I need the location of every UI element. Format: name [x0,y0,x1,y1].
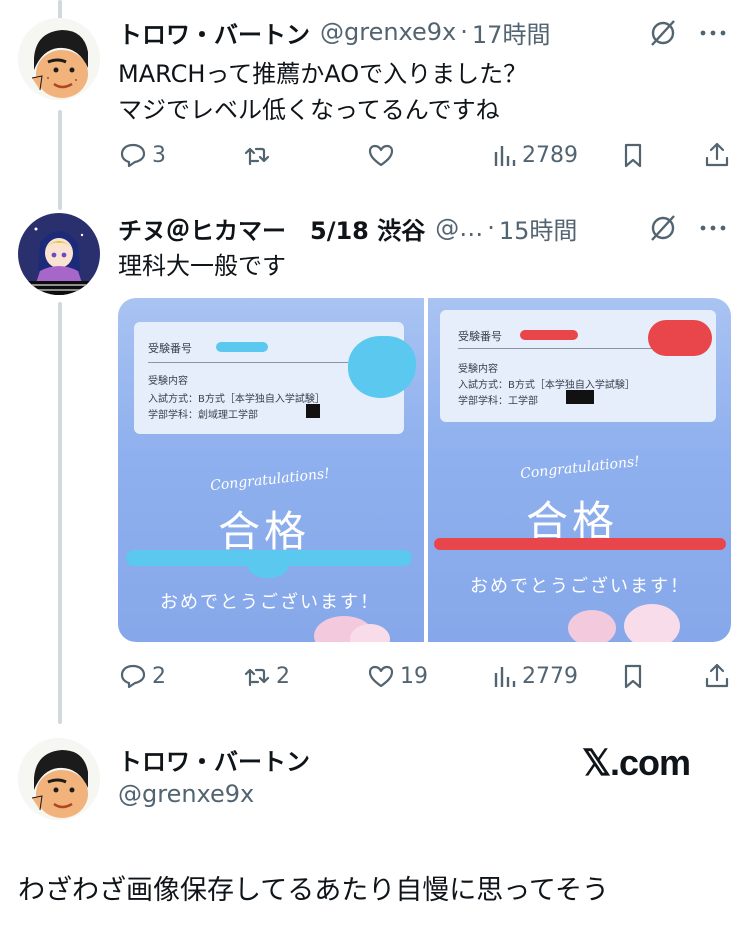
action-bar: 2 2 19 2779 [118,656,730,696]
exam-info-card: 受験番号 受験内容 入試方式：B方式［本学独自入学試験］ 学部学科：工学部 [440,310,716,422]
more-icon[interactable] [698,13,728,53]
congrats-text: Congratulations! [519,453,641,483]
tweet-text: 理科大一般です [118,252,286,280]
username[interactable]: @grenxe9x [320,18,456,46]
share-button[interactable] [702,135,732,175]
result-screenshot-left[interactable]: 受験番号 受験内容 入試方式：B方式［本学独自入学試験］ 学部学科：創域理工学部… [118,298,424,642]
redaction-mark [216,342,268,352]
view-count: 2779 [522,663,578,689]
share-icon [705,142,729,167]
reply-icon [120,664,146,689]
more-icon[interactable] [698,208,728,248]
display-name[interactable]: チヌ＠ヒカマー 5/18 渋谷 [118,211,425,246]
redaction-mark [248,556,288,578]
separator-dot: · [487,214,495,242]
views-button[interactable]: 2779 [492,656,578,696]
share-button[interactable] [702,656,732,696]
reply-count: 3 [152,142,166,168]
views-button[interactable]: 2789 [492,135,578,175]
like-button[interactable]: 19 [366,656,428,696]
exam-method: 入試方式：B方式［本学独自入学試験］ [148,394,325,405]
reply-button[interactable]: 3 [118,135,166,175]
exam-number-label: 受験番号 [148,342,192,355]
caption-text: わざわざ画像保存してるあたり自慢に思ってそう [18,875,610,906]
divider [148,362,348,363]
views-icon [494,146,516,166]
like-icon [368,665,394,688]
redaction-mark [648,320,712,356]
tweet-media[interactable]: 受験番号 受験内容 入試方式：B方式［本学独自入学試験］ 学部学科：創域理工学部… [118,298,731,642]
tweet-text: MARCHって推薦かAOで入りました？ マジでレベル低くなってるんですね [118,60,528,124]
bookmark-icon [624,143,642,168]
timestamp[interactable]: 17時間 [472,15,551,50]
congrats-text: Congratulations! [209,465,331,495]
retweet-icon [244,668,270,687]
redaction-mark [306,404,320,418]
like-count: 19 [400,663,428,689]
retweet-button[interactable]: 2 [242,656,290,696]
separator-dot: · [460,18,468,46]
congrats-message: おめでとうございます！ [160,592,380,613]
exam-contents-label: 受験内容 [148,376,188,387]
avatar[interactable] [18,18,100,100]
display-name[interactable]: トロワ・バートン [118,15,310,50]
retweet-button[interactable] [242,135,276,175]
profile-handle[interactable]: @grenxe9x [118,780,254,808]
flower-decoration [624,604,680,642]
exam-faculty: 学部学科：創域理工学部 [148,410,258,421]
redaction-mark [434,538,726,550]
grok-icon[interactable] [648,13,678,53]
bookmark-button[interactable] [618,135,648,175]
bookmark-icon [624,664,642,689]
grok-icon[interactable] [648,208,678,248]
redaction-mark [520,330,578,340]
reply-button[interactable]: 2 [118,656,166,696]
flower-decoration [350,624,390,642]
avatar[interactable] [18,738,100,820]
tweet-header: チヌ＠ヒカマー 5/18 渋谷 @… · 15時間 [118,208,577,248]
flower-decoration [568,610,616,642]
result-screenshot-right[interactable]: 受験番号 受験内容 入試方式：B方式［本学独自入学試験］ 学部学科：工学部 Co… [428,298,731,642]
reply-count: 2 [152,663,166,689]
redaction-mark [566,390,594,404]
redaction-mark [348,336,416,398]
views-icon [494,667,516,687]
view-count: 2789 [522,142,578,168]
profile-name[interactable]: トロワ・バートン [118,742,310,777]
exam-number-label: 受験番号 [458,330,502,343]
congrats-message: おめでとうございます！ [470,576,690,597]
exam-faculty: 学部学科：工学部 [458,396,538,407]
like-icon [368,144,394,167]
bookmark-button[interactable] [618,656,648,696]
retweet-count: 2 [276,663,290,689]
avatar[interactable] [18,213,100,295]
tweet-header: トロワ・バートン @grenxe9x · 17時間 [118,12,550,52]
retweet-icon [244,147,270,166]
exam-contents-label: 受験内容 [458,364,498,375]
tweet[interactable]: トロワ・バートン @grenxe9x · 17時間 MARCHって推薦かAOで入… [0,0,750,190]
timestamp[interactable]: 15時間 [499,211,578,246]
action-bar: 3 2789 [118,135,730,175]
x-logo-watermark: 𝕏.com [582,742,691,783]
reply-icon [120,143,146,168]
like-button[interactable] [366,135,400,175]
username[interactable]: @… [435,214,483,242]
exam-info-card: 受験番号 受験内容 入試方式：B方式［本学独自入学試験］ 学部学科：創域理工学部 [134,322,416,434]
share-icon [705,663,729,688]
exam-method: 入試方式：B方式［本学独自入学試験］ [458,380,635,391]
